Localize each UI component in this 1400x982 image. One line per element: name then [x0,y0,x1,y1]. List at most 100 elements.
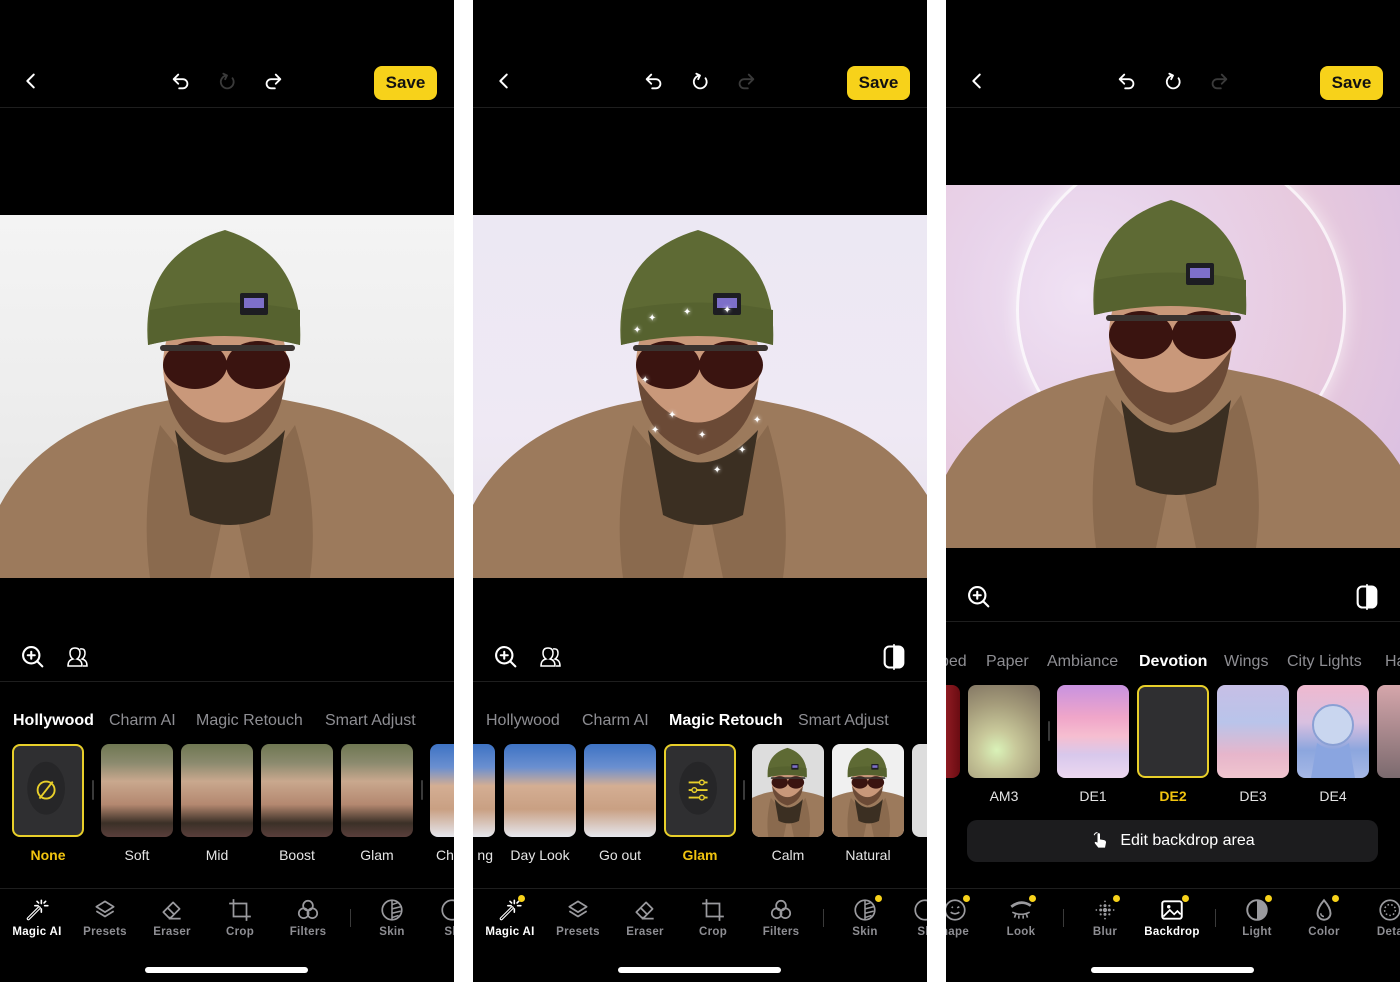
nav-crop[interactable]: Crop [681,897,745,938]
update-dot [1265,895,1272,902]
tab-smart-adjust[interactable]: Smart Adjust [798,712,889,730]
nav-eraser[interactable]: Eraser [140,897,204,938]
preset-calm[interactable] [752,744,824,837]
sparkle-icon: ✦ [668,410,677,421]
reset-button[interactable] [214,68,240,94]
zoom-button[interactable] [18,642,48,672]
preset-day-look[interactable] [504,744,576,837]
nav-backdrop[interactable]: Backdrop [1140,895,1204,938]
preset-none[interactable] [12,744,84,837]
face-select-button[interactable] [537,642,567,672]
backdrop-de4[interactable] [1297,685,1369,778]
compare-icon [883,644,905,670]
nav-skin[interactable]: Skin [833,895,897,938]
skin-icon [854,899,876,921]
backdrop-de2[interactable] [1137,685,1209,778]
undo-button[interactable] [641,68,667,94]
back-button[interactable] [964,68,990,94]
tab-devotion[interactable]: Devotion [1139,653,1207,671]
divider [823,909,824,927]
backdrop-de3[interactable] [1217,685,1289,778]
tab-magic-retouch[interactable]: Magic Retouch [669,712,783,730]
tab-charm-ai[interactable]: Charm AI [109,712,176,730]
save-button[interactable]: Save [847,66,910,100]
preset-label: Go out [598,847,642,863]
preset-soft[interactable] [101,744,173,837]
zoom-button[interactable] [964,582,994,612]
nav-filters[interactable]: Filters [749,897,813,938]
nav-filters[interactable]: Filters [276,897,340,938]
save-button[interactable]: Save [374,66,437,100]
nav-blur[interactable]: Blur [1073,895,1137,938]
tab-ambiance[interactable]: Ambiance [1047,653,1118,671]
redo-button[interactable] [733,68,759,94]
preset-go-out[interactable] [584,744,656,837]
preset-label: Ch [436,847,454,863]
tab-partial[interactable]: Ha [1385,653,1400,671]
home-indicator [618,967,781,973]
nav-presets[interactable]: Presets [73,897,137,938]
preset-mid[interactable] [181,744,253,837]
zoom-in-icon [495,646,517,668]
preset-glam[interactable] [341,744,413,837]
nav-color[interactable]: Color [1292,895,1356,938]
reset-button[interactable] [687,68,713,94]
backdrop-am3[interactable] [968,685,1040,778]
sparkle-icon: ✦ [648,313,657,324]
nav-light[interactable]: Light [1225,895,1289,938]
preset-boost[interactable] [261,744,333,837]
face-select-button[interactable] [64,642,94,672]
nav-shape[interactable]: Sh [420,897,454,938]
reset-button[interactable] [1160,68,1186,94]
tab-paper[interactable]: Paper [986,653,1029,671]
redo-button[interactable] [260,68,286,94]
nav-eraser[interactable]: Eraser [613,897,677,938]
redo-button[interactable] [1206,68,1232,94]
tab-charm-ai[interactable]: Charm AI [582,712,649,730]
preset-label: Boost [279,847,315,863]
zoom-button[interactable] [491,642,521,672]
compare-button[interactable] [1352,582,1382,612]
photo-canvas[interactable] [946,185,1400,548]
compare-button[interactable] [879,642,909,672]
tab-magic-retouch[interactable]: Magic Retouch [196,712,303,730]
preset-charming[interactable] [430,744,454,837]
backdrop-label: DE4 [1319,788,1347,804]
preset-charming[interactable] [473,744,495,837]
photo-canvas[interactable] [0,215,454,578]
divider [1215,909,1216,927]
nav-presets[interactable]: Presets [546,897,610,938]
backdrop-label: DE3 [1239,788,1267,804]
undo-button[interactable] [1114,68,1140,94]
tab-partial[interactable]: bed [946,653,967,671]
tab-wings[interactable]: Wings [1224,653,1268,671]
nav-magic-ai[interactable]: Magic AI [478,895,542,938]
back-button[interactable] [491,68,517,94]
backdrop-partial[interactable] [1377,685,1400,778]
backdrop-de1[interactable] [1057,685,1129,778]
tab-hollywood[interactable]: Hollywood [13,712,94,730]
image-icon [1161,900,1183,920]
preset-natural[interactable] [832,744,904,837]
nav-look[interactable]: Look [989,895,1053,938]
photo-canvas[interactable]: ✦ ✦ ✦ ✦ ✦ ✦ ✦ ✦ ✦ ✦ ✦ [473,215,927,578]
nav-shape[interactable]: hape [946,895,987,938]
divider [92,780,94,800]
preset-more[interactable] [912,744,927,837]
tab-smart-adjust[interactable]: Smart Adjust [325,712,416,730]
preset-thumbnails: ng Day Look Go out Glam Calm Natural [473,744,927,864]
back-button[interactable] [18,68,44,94]
divider [350,909,351,927]
nav-crop[interactable]: Crop [208,897,272,938]
nav-magic-ai[interactable]: Magic AI [5,897,69,938]
tab-city-lights[interactable]: City Lights [1287,653,1362,671]
nav-detail[interactable]: Deta [1358,897,1400,938]
nav-shape[interactable]: Sh [893,897,927,938]
nav-skin[interactable]: Skin [360,897,424,938]
edit-backdrop-area-button[interactable]: Edit backdrop area [967,820,1378,862]
save-button[interactable]: Save [1320,66,1383,100]
undo-button[interactable] [168,68,194,94]
tab-hollywood[interactable]: Hollywood [486,712,560,730]
backdrop-partial[interactable] [946,685,960,778]
preset-glam[interactable] [664,744,736,837]
